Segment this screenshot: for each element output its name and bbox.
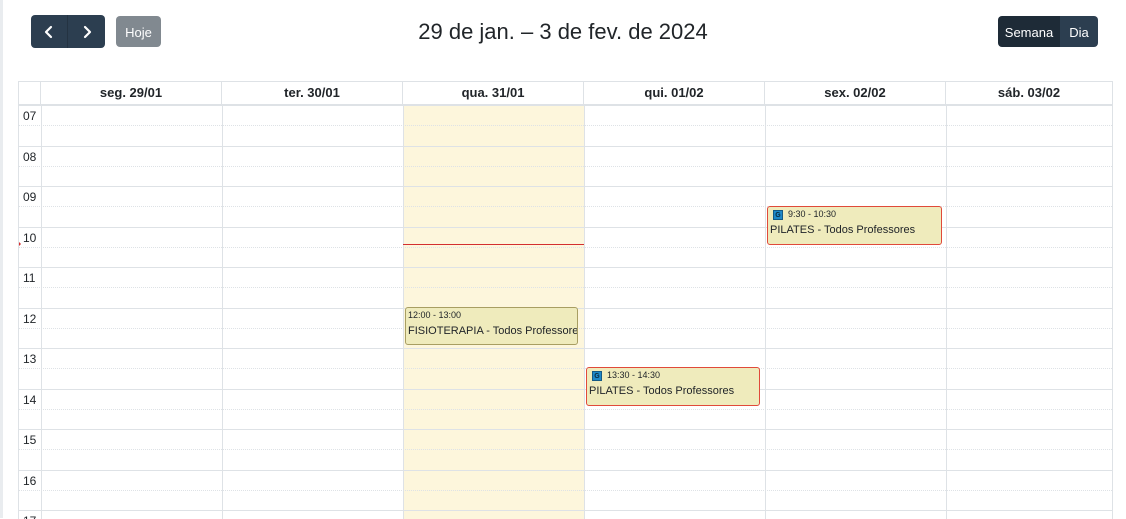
hour-label: 14 bbox=[23, 393, 37, 407]
calendar-toolbar: Hoje 29 de jan. – 3 de fev. de 2024 Sema… bbox=[0, 0, 1126, 64]
day-column-divider bbox=[946, 105, 947, 519]
hour-line bbox=[19, 105, 1112, 106]
hour-line bbox=[19, 267, 1112, 268]
time-axis-header bbox=[19, 82, 41, 104]
hour-label: 10 bbox=[23, 231, 37, 245]
half-hour-line bbox=[19, 287, 1112, 288]
hour-label: 08 bbox=[23, 150, 37, 164]
day-header[interactable]: sáb. 03/02 bbox=[946, 82, 1112, 104]
event-title: PILATES - Todos Professores bbox=[589, 385, 735, 397]
calendar-event[interactable]: G 9:30 - 10:30 PILATES - Todos Professor… bbox=[767, 206, 942, 245]
hour-line bbox=[19, 470, 1112, 471]
day-header[interactable]: ter. 30/01 bbox=[222, 82, 403, 104]
calendar-event[interactable]: G 13:30 - 14:30 PILATES - Todos Professo… bbox=[586, 367, 760, 406]
half-hour-line bbox=[19, 166, 1112, 167]
day-column-divider bbox=[765, 105, 766, 519]
hour-label: 13 bbox=[23, 352, 37, 366]
day-view-button[interactable]: Dia bbox=[1060, 16, 1098, 47]
week-view-button[interactable]: Semana bbox=[998, 16, 1060, 47]
half-hour-line bbox=[19, 409, 1112, 410]
hour-line bbox=[19, 186, 1112, 187]
half-hour-line bbox=[19, 206, 1112, 207]
day-column-divider bbox=[403, 105, 404, 519]
hour-line bbox=[19, 227, 1112, 228]
hour-label: 17 bbox=[23, 514, 36, 519]
half-hour-line bbox=[19, 368, 1112, 369]
hour-label: 07 bbox=[23, 109, 37, 123]
hour-line bbox=[19, 429, 1112, 430]
event-title: PILATES - Todos Professores bbox=[770, 224, 916, 236]
time-grid[interactable]: 12:00 - 13:00 FISIOTERAPIA - Todos Profe… bbox=[19, 105, 1112, 519]
hour-label: 12 bbox=[23, 312, 37, 326]
hour-line bbox=[19, 389, 1112, 390]
day-header[interactable]: sex. 02/02 bbox=[765, 82, 946, 104]
day-column-divider bbox=[41, 105, 42, 519]
half-hour-line bbox=[19, 125, 1112, 126]
now-indicator-arrow bbox=[19, 239, 21, 249]
calendar-event[interactable]: 12:00 - 13:00 FISIOTERAPIA - Todos Profe… bbox=[405, 307, 578, 345]
hour-label: 16 bbox=[23, 474, 37, 488]
event-time-row: G 9:30 - 10:30 bbox=[770, 208, 939, 221]
event-time: 13:30 - 14:30 bbox=[607, 370, 661, 380]
google-calendar-icon: G bbox=[592, 370, 602, 381]
hour-label: 11 bbox=[23, 271, 36, 285]
hour-label: 15 bbox=[23, 433, 37, 447]
day-header[interactable]: seg. 29/01 bbox=[41, 82, 222, 104]
day-column-divider bbox=[584, 105, 585, 519]
hour-line bbox=[19, 146, 1112, 147]
day-header[interactable]: qui. 01/02 bbox=[584, 82, 765, 104]
day-column-divider bbox=[222, 105, 223, 519]
event-time: 12:00 - 13:00 bbox=[408, 310, 462, 320]
event-time-row: G 13:30 - 14:30 bbox=[589, 369, 757, 382]
page-left-edge bbox=[0, 0, 3, 518]
half-hour-line bbox=[19, 247, 1112, 248]
event-title: FISIOTERAPIA - Todos Professores bbox=[408, 325, 578, 337]
view-switcher: Semana Dia bbox=[998, 16, 1098, 47]
now-indicator-line bbox=[403, 244, 584, 245]
half-hour-line bbox=[19, 490, 1112, 491]
day-header[interactable]: qua. 31/01 bbox=[403, 82, 584, 104]
view-title: 29 de jan. – 3 de fev. de 2024 bbox=[418, 19, 708, 44]
half-hour-line bbox=[19, 449, 1112, 450]
hour-line bbox=[19, 510, 1112, 511]
day-header-row: seg. 29/01 ter. 30/01 qua. 31/01 qui. 01… bbox=[19, 82, 1112, 105]
week-calendar: seg. 29/01 ter. 30/01 qua. 31/01 qui. 01… bbox=[18, 81, 1113, 519]
google-calendar-icon: G bbox=[773, 209, 783, 220]
hour-line bbox=[19, 348, 1112, 349]
event-time: 9:30 - 10:30 bbox=[788, 209, 837, 219]
hour-label: 09 bbox=[23, 190, 37, 204]
